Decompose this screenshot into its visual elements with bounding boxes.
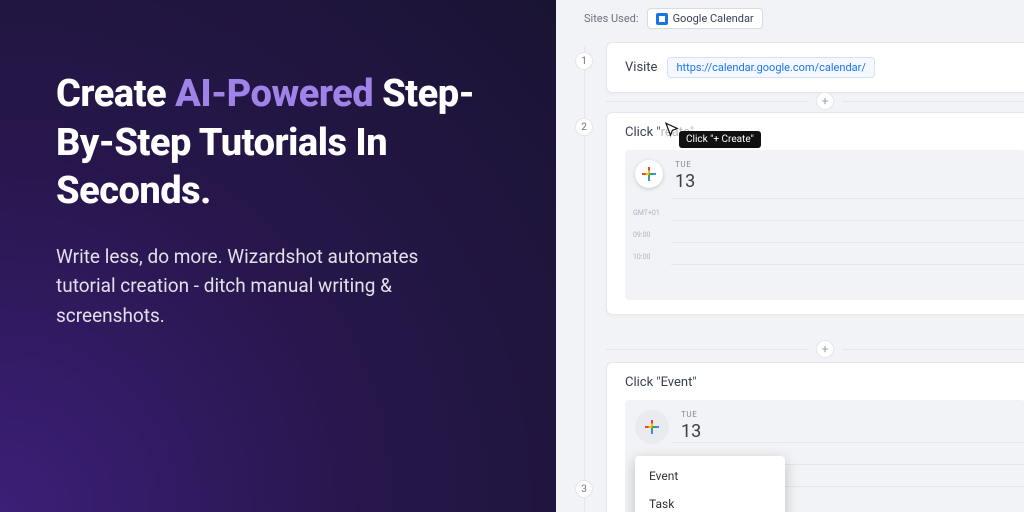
headline: Create AI-Powered Step-By-Step Tutorials… [56,70,516,216]
step3-screenshot: TUE 13 Event Task [625,400,1024,512]
cursor-tooltip: Click "+ Create" [679,131,761,148]
step-card-2[interactable]: Click "reate" Click "+ Create" TUE 13 GM… [606,112,1024,315]
step1-action-label: Visite [625,60,657,75]
step-timeline [584,46,586,512]
sites-used-label: Sites Used: [584,12,639,25]
dropdown-item-event[interactable]: Event [635,462,785,490]
step-card-3[interactable]: Click "Event" TUE 13 Event Task [606,362,1024,512]
add-step-separator-1: + [606,92,1024,110]
subheadline: Write less, do more. Wizardshot automate… [56,242,476,330]
step2-title-prefix: Click " [625,125,661,140]
headline-part-1: Create [56,72,175,116]
editor-preview: Sites Used: Google Calendar 1 2 3 Visite… [556,0,1024,512]
step-number-1: 1 [575,52,593,70]
gcal-create-button[interactable] [635,410,669,444]
add-step-button[interactable]: + [816,92,834,110]
step-number-2: 2 [575,118,593,136]
step3-title: Click "Event" [625,375,1024,390]
hero-panel: Create AI-Powered Step-By-Step Tutorials… [0,0,556,512]
step3-day-number: 13 [681,421,701,442]
site-chip-label: Google Calendar [673,12,754,25]
sites-used-row: Sites Used: Google Calendar [584,8,763,29]
hour-label: 09:00 [633,224,660,246]
step2-hour-labels: GMT+01 09:00 10:00 [633,202,660,268]
step-number-3: 3 [575,480,593,498]
hour-label: GMT+01 [633,202,660,224]
dropdown-item-task[interactable]: Task [635,490,785,512]
gcal-create-dropdown[interactable]: Event Task [635,456,785,512]
step3-day-label: TUE [681,410,701,419]
step2-day-number: 13 [675,171,695,192]
step2-day-label: TUE [675,160,695,169]
site-chip[interactable]: Google Calendar [647,8,763,29]
hour-label: 10:00 [633,246,660,268]
calendar-grid [671,198,1024,300]
google-plus-icon [642,167,656,181]
google-plus-icon [645,420,659,434]
headline-accent: AI-Powered [175,72,373,116]
step1-url-chip[interactable]: https://calendar.google.com/calendar/ [667,57,874,78]
google-calendar-icon [656,13,668,25]
gcal-create-button[interactable] [635,160,663,188]
step-card-1[interactable]: Visite https://calendar.google.com/calen… [606,42,1024,93]
step2-screenshot: TUE 13 GMT+01 09:00 10:00 [625,150,1024,300]
step2-title: Click "reate" Click "+ Create" [625,125,1024,140]
add-step-separator-2: + [606,340,1024,358]
add-step-button[interactable]: + [816,340,834,358]
